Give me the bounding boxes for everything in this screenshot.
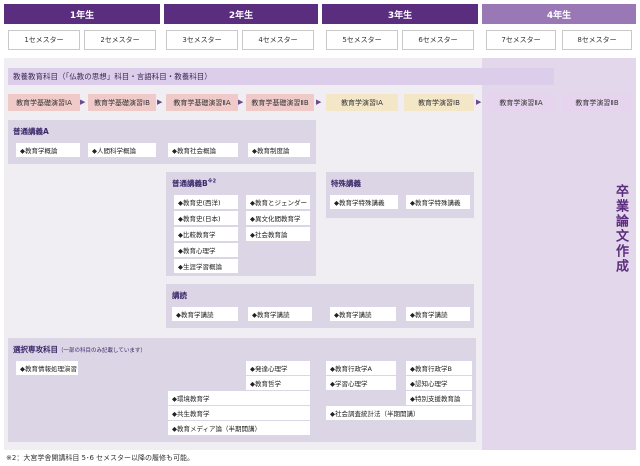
elective-major-note: （一部の科目のみ記載しています） — [58, 348, 146, 354]
course-chip: ◆教育学講読 — [248, 307, 312, 321]
general-lecture-a-group — [8, 120, 316, 164]
seminar-1a: 教育学基礎演習ⅠA — [8, 94, 80, 111]
year-2-header: 2年生 — [164, 4, 318, 24]
course-chip: ◆教育制度論 — [248, 143, 310, 157]
footnote: ※2：大宮学舎開講科目 5･6 セメスター以降の履修も可能。 — [6, 454, 195, 462]
seminar-3a: 教育学演習ⅠA — [326, 94, 398, 111]
course-chip: ◆教育哲学 — [246, 376, 310, 390]
reading-group — [166, 284, 474, 328]
seminar-3b: 教育学演習ⅠB — [404, 94, 474, 111]
course-chip: ◆教育行政学A — [326, 361, 396, 375]
course-chip: ◆特別支援教育論 — [406, 391, 472, 405]
course-chip: ◆教育学講読 — [406, 307, 470, 321]
reading-title: 講読 — [172, 291, 187, 300]
general-lecture-a-title: 普通講義A — [13, 127, 49, 136]
course-chip: ◆学習心理学 — [326, 376, 396, 390]
semester-6: 6セメスター — [402, 30, 474, 50]
arrow-right-icon: ▶ — [157, 98, 163, 106]
special-lecture-title: 特殊講義 — [331, 179, 361, 188]
course-chip: ◆社会教育論 — [246, 227, 310, 241]
course-chip: ◆教育学講読 — [172, 307, 238, 321]
semester-4: 4セメスター — [242, 30, 314, 50]
semester-3: 3セメスター — [166, 30, 238, 50]
seminar-2a: 教育学基礎演習ⅡA — [166, 94, 238, 111]
course-chip: ◆教育史(西洋) — [174, 195, 238, 209]
course-chip: ◆教育学概論 — [16, 143, 80, 157]
course-chip: ◆教育社会概論 — [168, 143, 238, 157]
elective-major-title: 選択専攻科目（一部の科目のみ記載しています） — [13, 345, 146, 354]
course-chip: ◆環境教育学 — [168, 391, 310, 405]
course-chip: ◆発達心理学 — [246, 361, 310, 375]
course-chip: ◆教育史(日本) — [174, 211, 238, 225]
course-chip: ◆認知心理学 — [406, 376, 472, 390]
semester-5: 5セメスター — [326, 30, 398, 50]
year-4-header: 4年生 — [482, 4, 636, 24]
footnote-mark: ※2 — [207, 178, 217, 185]
arrow-right-icon: ▶ — [80, 98, 86, 106]
seminar-4b: 教育学演習ⅡB — [562, 94, 632, 111]
seminar-2b: 教育学基礎演習ⅡB — [246, 94, 314, 111]
year-3-header: 3年生 — [322, 4, 478, 24]
course-chip: ◆共生教育学 — [168, 406, 310, 420]
course-chip: ◆教育学講読 — [330, 307, 396, 321]
course-chip: ◆教育学特殊講義 — [330, 195, 398, 209]
course-chip: ◆人間科学概論 — [88, 143, 156, 157]
course-chip: ◆教育情報処理演習 — [16, 361, 78, 375]
semester-2: 2セメスター — [84, 30, 156, 50]
course-chip: ◆生涯学習概論 — [174, 259, 238, 273]
general-lecture-b-title: 普通講義B※2 — [172, 178, 217, 189]
graduation-thesis-label: 卒業論文作成 — [613, 184, 628, 274]
course-chip: ◆比較教育学 — [174, 227, 238, 241]
semester-1: 1セメスター — [8, 30, 80, 50]
course-chip: ◆社会調査統計法（半期開講） — [326, 406, 472, 420]
arrow-right-icon: ▶ — [238, 98, 244, 106]
arrow-right-icon: ▶ — [476, 98, 482, 106]
seminar-1b: 教育学基礎演習ⅠB — [88, 94, 156, 111]
course-chip: ◆教育メディア論（半期開講） — [168, 421, 310, 435]
course-chip: ◆教育心理学 — [174, 243, 238, 257]
seminar-4a: 教育学演習ⅡA — [486, 94, 556, 111]
course-chip: ◆教育行政学B — [406, 361, 472, 375]
year-1-header: 1年生 — [4, 4, 160, 24]
semester-7: 7セメスター — [486, 30, 556, 50]
course-chip: ◆教育学特殊講義 — [406, 195, 470, 209]
course-chip: ◆教育とジェンダー — [246, 195, 310, 209]
course-chip: ◆異文化間教育学 — [246, 211, 310, 225]
arrow-right-icon: ▶ — [316, 98, 322, 106]
semester-8: 8セメスター — [562, 30, 632, 50]
liberal-arts-band: 教養教育科目（「仏教の思想」科目・言語科目・教養科目） — [8, 68, 554, 85]
